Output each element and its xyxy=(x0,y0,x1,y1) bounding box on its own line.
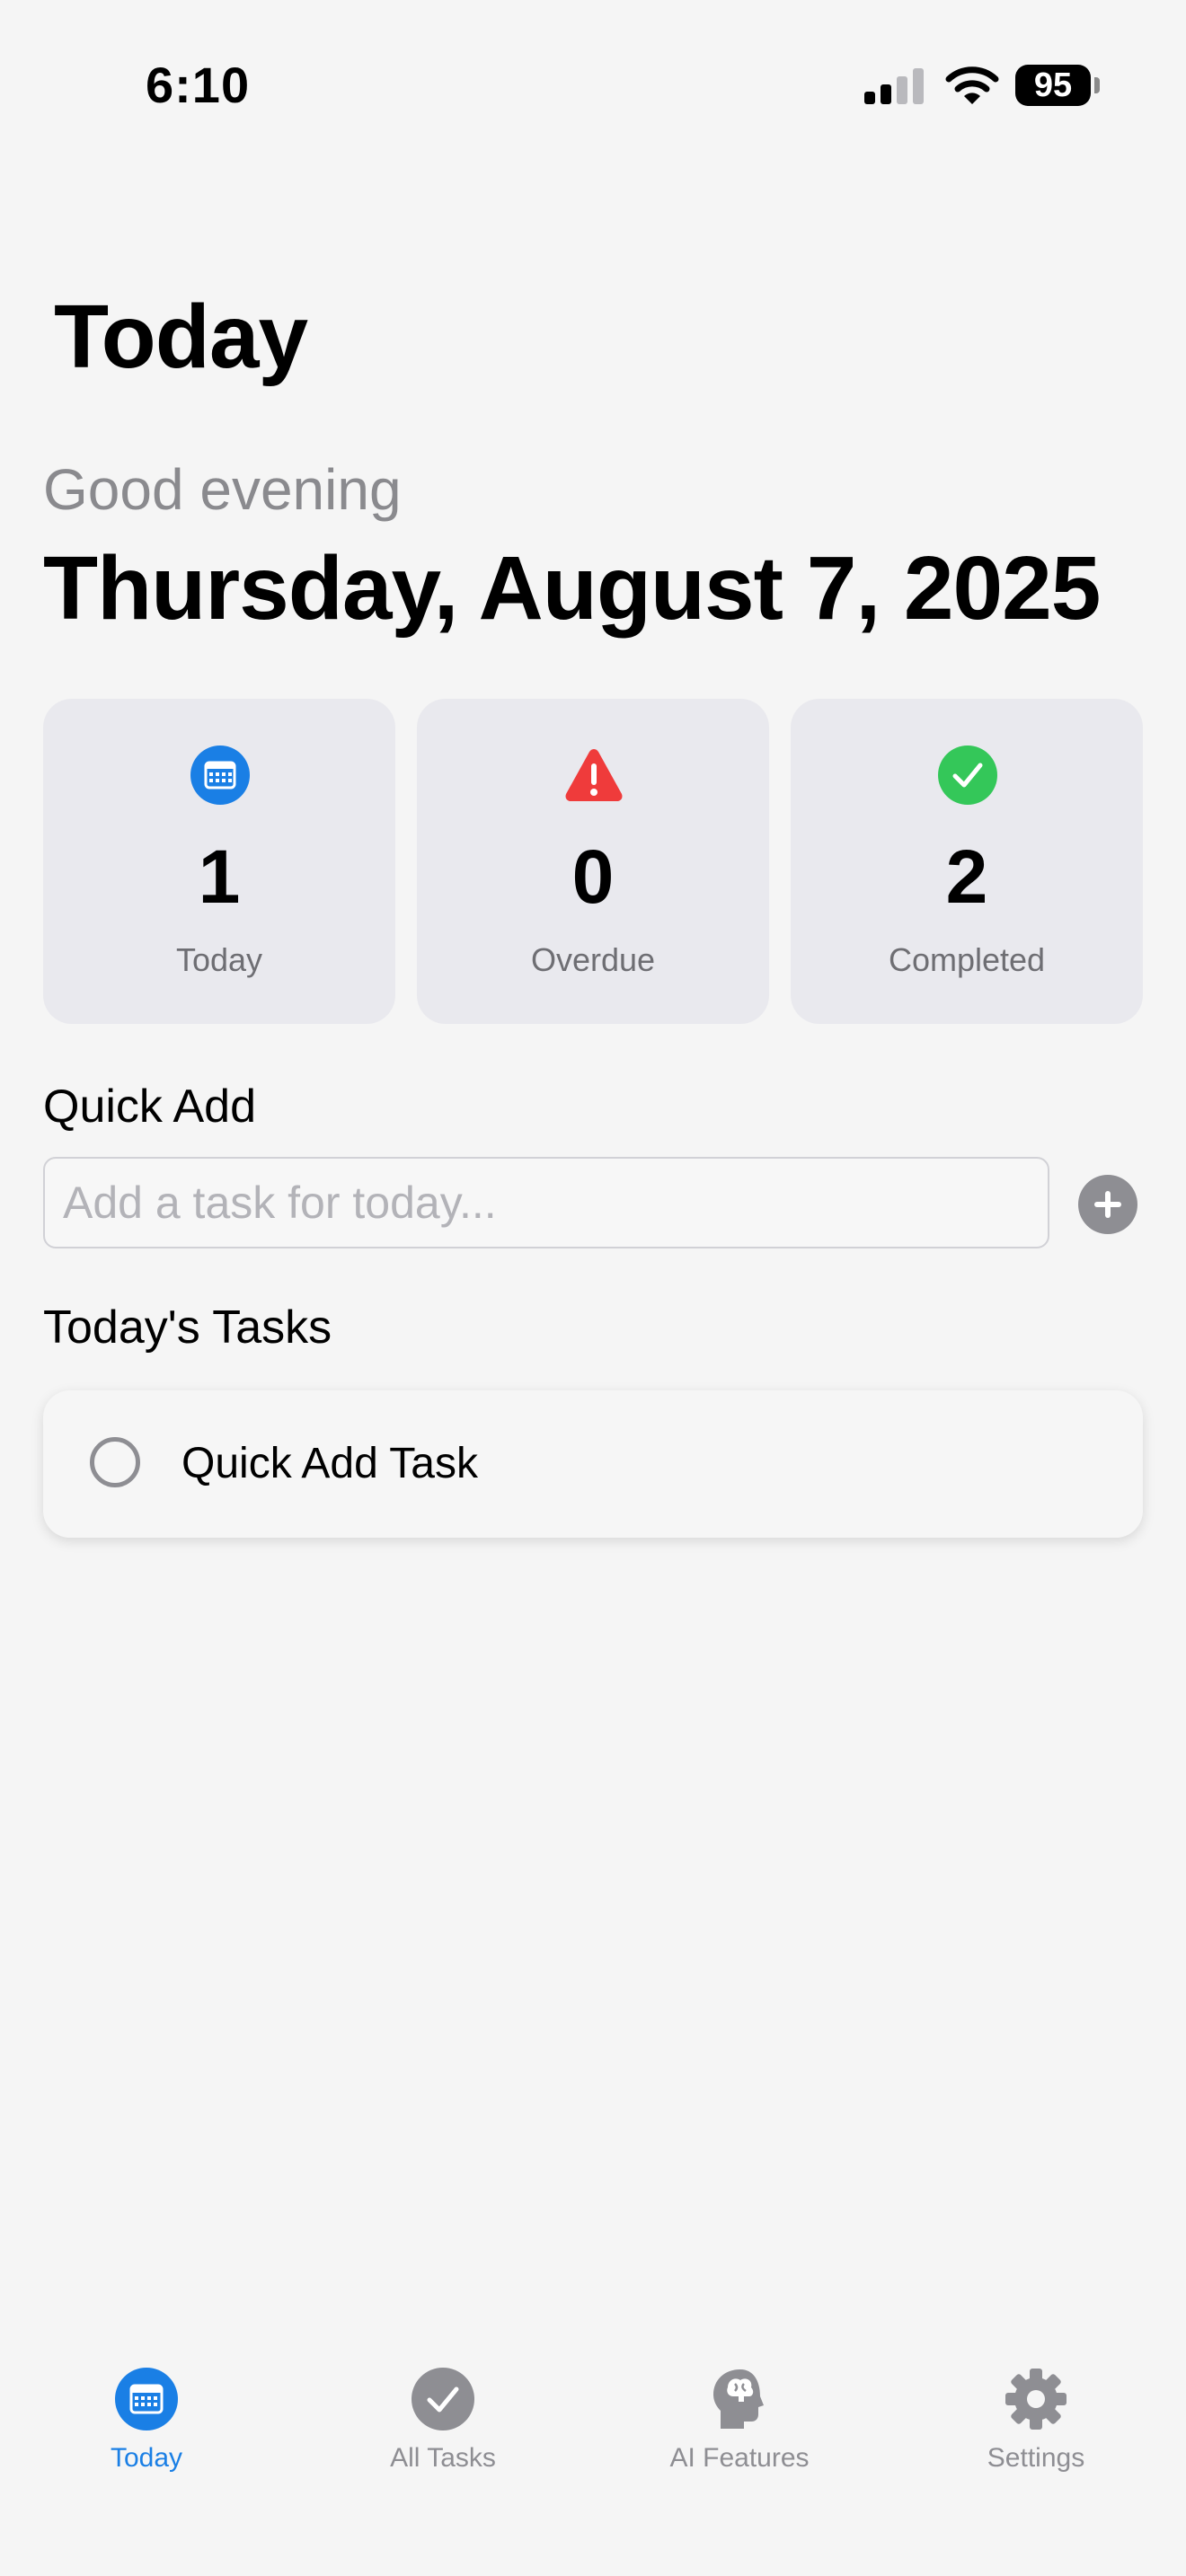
calendar-icon xyxy=(190,745,250,805)
tab-label: Settings xyxy=(987,2443,1085,2473)
checkmark-circle-icon xyxy=(412,2368,474,2430)
battery-indicator: 95 xyxy=(1015,65,1103,106)
task-row[interactable]: Quick Add Task xyxy=(43,1390,1143,1538)
quick-add-heading: Quick Add xyxy=(43,1081,257,1133)
date-heading: Thursday, August 7, 2025 xyxy=(43,538,1101,639)
status-bar: 6:10 95 xyxy=(0,0,1186,171)
stat-label: Overdue xyxy=(530,941,656,978)
todays-tasks-heading: Today's Tasks xyxy=(43,1301,332,1354)
calendar-icon xyxy=(115,2368,178,2430)
tab-label: All Tasks xyxy=(390,2443,496,2473)
page-title: Today xyxy=(54,287,308,387)
stat-value: 2 xyxy=(945,834,988,919)
greeting-text: Good evening xyxy=(43,457,402,522)
task-complete-checkbox[interactable] xyxy=(90,1437,140,1487)
task-title: Quick Add Task xyxy=(181,1440,478,1487)
stat-label: Today xyxy=(175,941,263,978)
tab-label: Today xyxy=(110,2443,183,2473)
add-task-button[interactable] xyxy=(1078,1175,1137,1234)
gear-icon xyxy=(1005,2369,1067,2430)
stats-row: 1 Today 0 Overdue 2 Completed xyxy=(43,699,1143,1024)
cellular-signal-icon xyxy=(864,68,924,104)
tab-all-tasks[interactable]: All Tasks xyxy=(326,2368,560,2502)
tab-ai-features[interactable]: AI Features xyxy=(623,2368,856,2502)
stat-label: Completed xyxy=(888,941,1046,978)
tab-bar: Today All Tasks AI Features Settings xyxy=(0,2335,1186,2576)
checkmark-circle-icon xyxy=(938,745,997,805)
stat-value: 0 xyxy=(571,834,615,919)
tab-settings[interactable]: Settings xyxy=(919,2368,1153,2502)
quick-add-input[interactable] xyxy=(43,1157,1049,1248)
battery-level: 95 xyxy=(1015,65,1091,106)
stat-card-overdue[interactable]: 0 Overdue xyxy=(417,699,769,1024)
battery-tip xyxy=(1094,77,1100,93)
brain-head-icon xyxy=(713,2369,764,2429)
warning-icon xyxy=(565,749,623,801)
tab-label: AI Features xyxy=(669,2443,810,2473)
stat-card-today[interactable]: 1 Today xyxy=(43,699,395,1024)
status-time: 6:10 xyxy=(146,57,251,113)
tab-today[interactable]: Today xyxy=(30,2368,263,2502)
stat-card-completed[interactable]: 2 Completed xyxy=(791,699,1143,1024)
stat-value: 1 xyxy=(198,834,241,919)
wifi-icon xyxy=(945,66,999,104)
